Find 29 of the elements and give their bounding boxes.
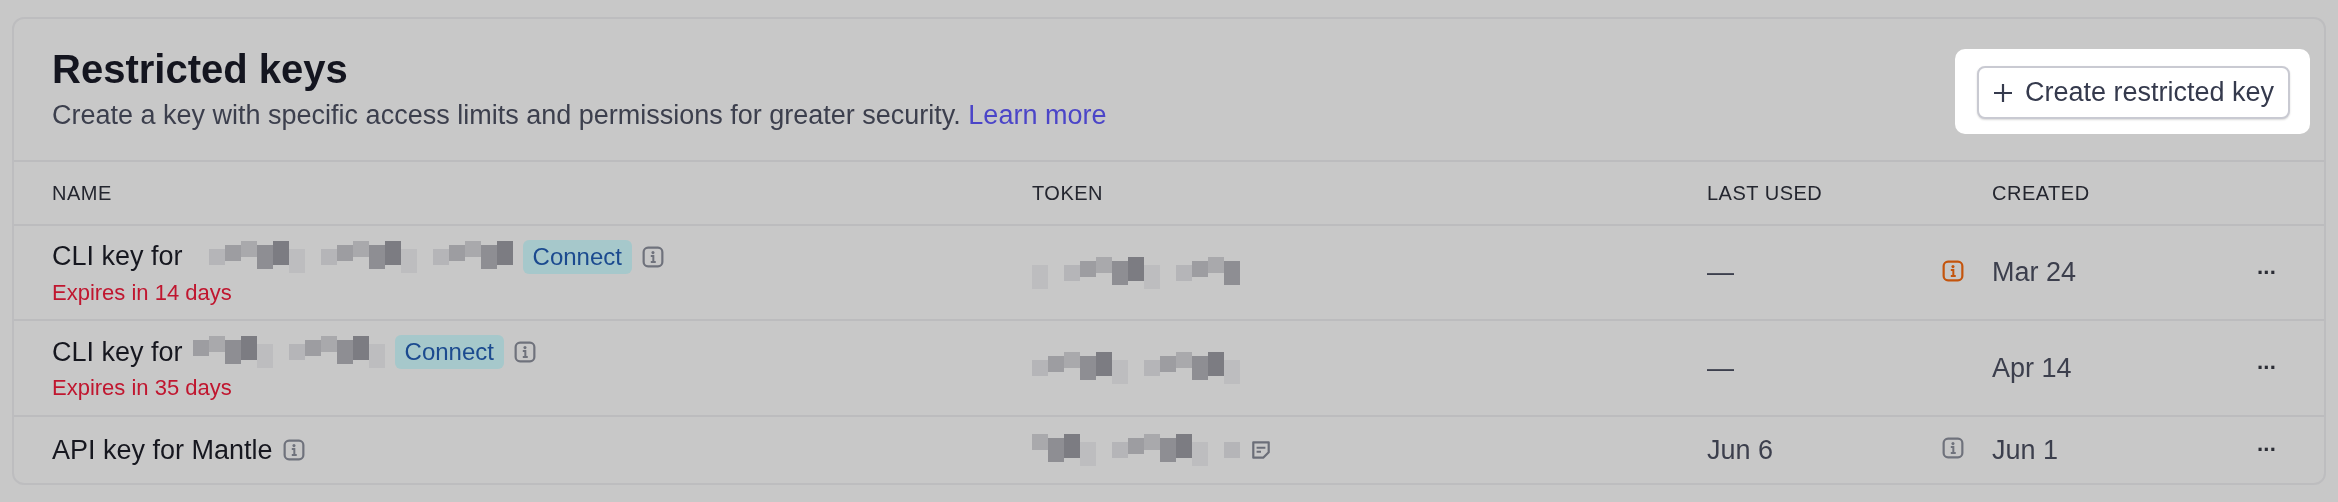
created-date: Mar 24 (1992, 257, 2078, 288)
section-description: Create a key with specific access limits and permissions for greater security. Learn more (52, 100, 1107, 131)
column-header: TOKEN (1032, 181, 1105, 205)
key-name: CLI key for (52, 336, 183, 368)
more-actions[interactable]: ··· (2242, 355, 2324, 381)
key-name: API key for Mantle (52, 434, 273, 466)
column-header: CREATED (1992, 181, 2091, 205)
learn-more-link[interactable]: Learn more (968, 100, 1107, 130)
last-used: — (1707, 257, 1735, 288)
connect-badge: Connect (522, 239, 632, 274)
key-name: CLI key for (52, 241, 183, 272)
info-icon (282, 439, 305, 461)
note-icon[interactable] (1250, 439, 1272, 461)
created-date: Apr 14 (1992, 352, 2073, 384)
more-actions[interactable]: ··· (2242, 437, 2324, 463)
created-date: Jun 1 (1992, 434, 2060, 466)
connect-badge: Connect (394, 335, 504, 369)
create-key-button[interactable]: Create restricted key (1976, 66, 2290, 119)
last-used: — (1707, 352, 1735, 384)
info-icon (513, 341, 536, 363)
section-title: Restricted keys (52, 47, 349, 92)
column-header: NAME (52, 181, 113, 205)
last-used: Jun 6 (1707, 434, 1775, 466)
plus-icon (1992, 82, 2013, 103)
expiry-text: Expires in 14 days (52, 279, 233, 306)
column-header: LAST USED (1707, 181, 1824, 205)
expiry-text: Expires in 35 days (52, 375, 233, 401)
info-icon (641, 245, 664, 268)
more-actions[interactable]: ··· (2242, 259, 2324, 286)
